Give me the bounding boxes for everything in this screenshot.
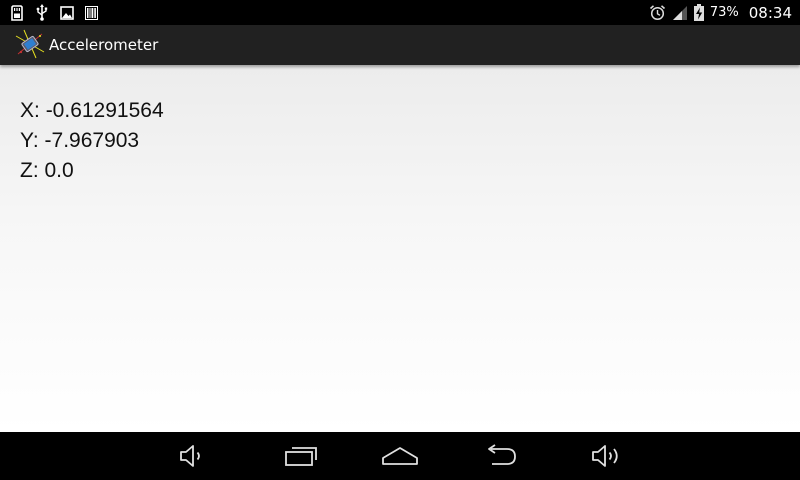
screen: 73% 08:34 Accelerometer X: -0.61291564 Y… [0, 0, 800, 480]
reading-y-label: Y: [20, 129, 45, 152]
reading-y: Y: -7.967903 [20, 126, 164, 156]
recent-apps-icon [284, 445, 318, 467]
status-bar: 73% 08:34 [0, 0, 800, 25]
reading-z: Z: 0.0 [20, 156, 164, 186]
notification-icons [10, 4, 98, 21]
clock: 08:34 [748, 3, 792, 22]
barcode-icon [85, 5, 98, 20]
volume-down-button[interactable] [170, 440, 214, 472]
action-bar: Accelerometer [0, 25, 800, 65]
reading-x-label: X: [20, 99, 46, 122]
system-status: 73% 08:34 [649, 0, 792, 25]
battery-percent: 73% [709, 5, 739, 20]
recent-apps-button[interactable] [279, 440, 323, 472]
reading-y-value: -7.967903 [44, 129, 140, 152]
home-button[interactable] [378, 440, 422, 472]
reading-x: X: -0.61291564 [20, 96, 164, 126]
back-icon [482, 444, 518, 468]
reading-z-label: Z: [20, 159, 45, 182]
volume-up-button[interactable] [585, 440, 629, 472]
app-title: Accelerometer [49, 36, 159, 54]
home-icon [381, 445, 419, 467]
content-area: X: -0.61291564 Y: -7.967903 Z: 0.0 [0, 65, 800, 432]
signal-icon [672, 5, 688, 21]
navigation-bar [0, 432, 800, 480]
image-icon [60, 5, 74, 20]
volume-up-icon [590, 443, 624, 469]
back-button[interactable] [478, 440, 522, 472]
reading-x-value: -0.61291564 [45, 99, 164, 122]
volume-down-icon [178, 443, 206, 469]
accelerometer-readings: X: -0.61291564 Y: -7.967903 Z: 0.0 [20, 96, 164, 186]
app-icon[interactable] [14, 28, 46, 60]
sd-card-icon [10, 4, 24, 21]
usb-icon [35, 4, 49, 21]
battery-charging-icon [693, 4, 704, 21]
alarm-icon [649, 4, 666, 21]
reading-z-value: 0.0 [44, 159, 74, 182]
